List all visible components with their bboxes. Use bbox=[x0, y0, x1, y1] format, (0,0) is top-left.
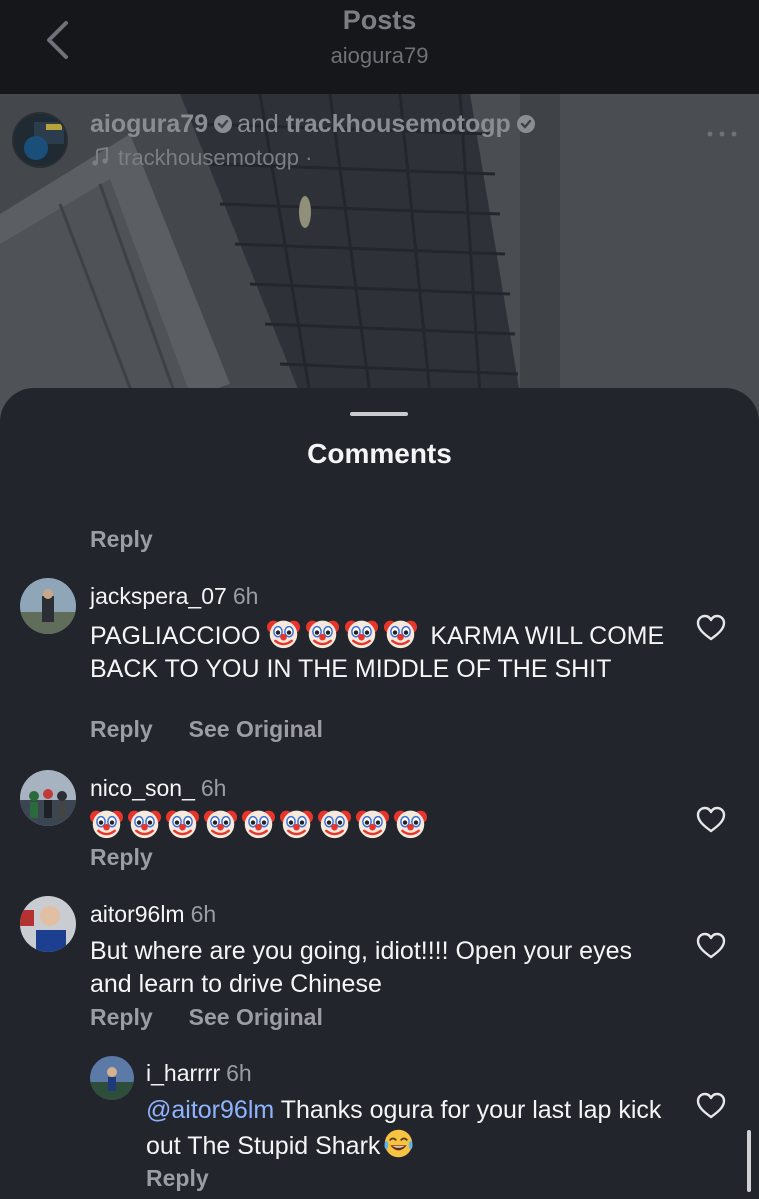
clown-emoji-icon bbox=[356, 807, 389, 840]
audio-label: trackhousemotogp · bbox=[118, 145, 313, 170]
clown-emoji-icon bbox=[90, 807, 123, 840]
clipped-previous-comment bbox=[90, 506, 97, 520]
comments-list[interactable]: Reply jackspera_07 6h PAGLIACCIOO KARMA W… bbox=[0, 506, 759, 1199]
comment-username[interactable]: nico_son_ bbox=[90, 775, 195, 801]
heart-outline-icon[interactable] bbox=[696, 1092, 726, 1120]
comment-time: 6h bbox=[232, 583, 259, 609]
clown-emoji-icon bbox=[306, 617, 339, 650]
comment-actions: Reply bbox=[146, 1165, 209, 1192]
sheet-title: Comments bbox=[307, 438, 452, 469]
avatar[interactable] bbox=[20, 770, 76, 826]
clown-emoji-icon bbox=[267, 617, 300, 650]
verified-badge-icon bbox=[516, 115, 535, 133]
clown-emoji-group bbox=[267, 622, 430, 650]
comment-header: aitor96lm 6h bbox=[90, 901, 216, 928]
post-audio[interactable]: trackhousemotogp · bbox=[90, 145, 312, 171]
see-original-button[interactable]: See Original bbox=[189, 716, 323, 742]
laughing-emoji-icon bbox=[382, 1127, 415, 1160]
comment-text: @aitor96lm Thanks ogura for your last la… bbox=[146, 1094, 666, 1163]
reply-button[interactable]: Reply bbox=[146, 1165, 209, 1191]
comment-time: 6h bbox=[190, 901, 217, 927]
comment-username[interactable]: jackspera_07 bbox=[90, 583, 227, 609]
page-subtitle: aiogura79 bbox=[330, 43, 429, 68]
top-nav-bar: Posts aiogura79 bbox=[0, 0, 759, 94]
page-title: Posts bbox=[342, 5, 417, 35]
clown-emoji-icon bbox=[280, 807, 313, 840]
clown-emoji-icon bbox=[242, 807, 275, 840]
post-author-2[interactable]: trackhousemotogp bbox=[286, 110, 511, 138]
verified-badge-icon bbox=[214, 115, 233, 133]
heart-outline-icon[interactable] bbox=[696, 614, 726, 642]
comment-username[interactable]: i_harrrr bbox=[146, 1060, 220, 1086]
avatar[interactable] bbox=[90, 1056, 134, 1100]
comment-actions: Reply bbox=[90, 844, 153, 871]
comment-actions: Reply See Original bbox=[90, 1004, 323, 1031]
clown-emoji-icon bbox=[345, 617, 378, 650]
comment-actions: Reply See Original bbox=[90, 716, 323, 743]
comment-header: i_harrrr 6h bbox=[146, 1060, 252, 1087]
comment-time: 6h bbox=[200, 775, 227, 801]
clown-emoji-icon bbox=[318, 807, 351, 840]
comment-emoji-row bbox=[90, 807, 680, 843]
clown-emoji-icon bbox=[394, 807, 427, 840]
mention-link[interactable]: @aitor96lm bbox=[146, 1096, 274, 1124]
previous-comment-actions: Reply bbox=[90, 526, 153, 553]
reply-button[interactable]: Reply bbox=[90, 526, 153, 552]
music-note-icon bbox=[92, 147, 108, 166]
comment-text: PAGLIACCIOO KARMA WILL COME BACK TO YOU … bbox=[90, 617, 680, 686]
sheet-grabber[interactable] bbox=[350, 412, 408, 416]
clown-emoji-icon bbox=[204, 807, 237, 840]
heart-outline-icon[interactable] bbox=[696, 806, 726, 834]
comments-sheet: Comments Reply jackspera_07 6h PAGLIACCIO… bbox=[0, 388, 759, 1199]
comment-username[interactable]: aitor96lm bbox=[90, 901, 185, 927]
see-original-button[interactable]: See Original bbox=[189, 1004, 323, 1030]
reply-button[interactable]: Reply bbox=[90, 716, 153, 742]
comment-header: jackspera_07 6h bbox=[90, 583, 258, 610]
comment-text-start: PAGLIACCIOO bbox=[90, 622, 261, 650]
reply-button[interactable]: Reply bbox=[90, 844, 153, 870]
author-join: and bbox=[237, 110, 279, 138]
post-author-1[interactable]: aiogura79 bbox=[90, 110, 208, 138]
comment-header: nico_son_ 6h bbox=[90, 775, 226, 802]
avatar[interactable] bbox=[20, 896, 76, 952]
scrollbar[interactable] bbox=[747, 1130, 751, 1192]
post-preview: aiogura79 and trackhousemotogp trackhouse… bbox=[0, 94, 759, 434]
avatar[interactable] bbox=[20, 578, 76, 634]
post-header: aiogura79 and trackhousemotogp trackhouse… bbox=[0, 94, 759, 184]
clown-emoji-icon bbox=[128, 807, 161, 840]
comment-text: But where are you going, idiot!!!! Open … bbox=[90, 937, 632, 998]
comment-time: 6h bbox=[226, 1060, 252, 1086]
more-dots-icon[interactable] bbox=[706, 128, 738, 140]
post-authors: aiogura79 and trackhousemotogp bbox=[90, 110, 540, 139]
clown-emoji-icon bbox=[166, 807, 199, 840]
reply-button[interactable]: Reply bbox=[90, 1004, 153, 1030]
heart-outline-icon[interactable] bbox=[696, 932, 726, 960]
clown-emoji-icon bbox=[384, 617, 417, 650]
avatar[interactable] bbox=[12, 112, 68, 168]
